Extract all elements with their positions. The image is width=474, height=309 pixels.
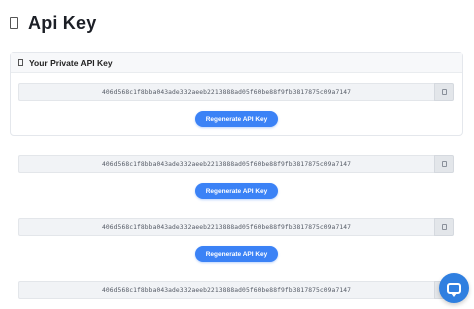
page-title: Api Key: [28, 12, 97, 33]
api-key-field[interactable]: 406d568c1f8bba043ade332aeeb2213888ad05f6…: [18, 155, 434, 173]
api-key-row: 406d568c1f8bba043ade332aeeb2213888ad05f6…: [18, 155, 454, 173]
api-key-field[interactable]: 406d568c1f8bba043ade332aeeb2213888ad05f6…: [18, 218, 434, 236]
regenerate-api-key-button[interactable]: Regenerate API Key: [195, 111, 278, 127]
copy-button[interactable]: [434, 83, 454, 101]
api-key-field[interactable]: 406d568c1f8bba043ade332aeeb2213888ad05f6…: [18, 83, 434, 101]
copy-button[interactable]: [434, 218, 454, 236]
regenerate-api-key-button[interactable]: Regenerate API Key: [195, 183, 278, 199]
api-key-row: 406d568c1f8bba043ade332aeeb2213888ad05f6…: [18, 218, 454, 236]
chat-button[interactable]: [439, 273, 469, 303]
chat-icon: [447, 282, 461, 297]
api-key-row: 406d568c1f8bba043ade332aeeb2213888ad05f6…: [18, 83, 454, 101]
document-icon: [18, 59, 23, 66]
page-header: Api Key: [10, 12, 96, 34]
document-icon: [10, 17, 18, 29]
regenerate-api-key-button[interactable]: Regenerate API Key: [195, 246, 278, 262]
api-key-field[interactable]: 406d568c1f8bba043ade332aeeb2213888ad05f6…: [18, 281, 434, 299]
copy-button[interactable]: [434, 155, 454, 173]
copy-icon: [441, 224, 447, 230]
copy-icon: [441, 89, 447, 95]
copy-icon: [441, 161, 447, 167]
api-key-row: 406d568c1f8bba043ade332aeeb2213888ad05f6…: [18, 281, 454, 299]
card-header: Your Private API Key: [11, 53, 462, 73]
card-title: Your Private API Key: [29, 57, 113, 68]
